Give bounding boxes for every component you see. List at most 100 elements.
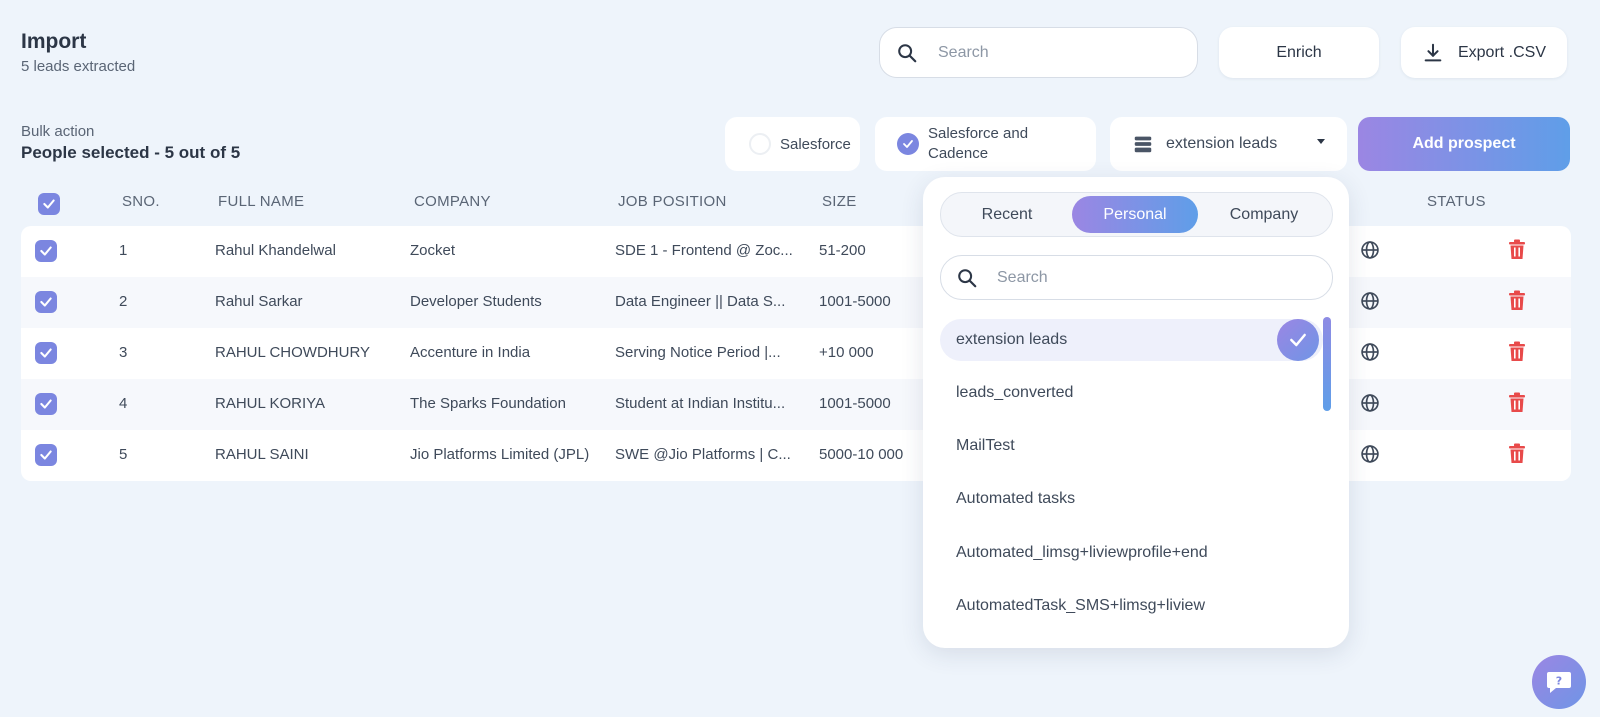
list-selector-value: extension leads — [1166, 135, 1278, 152]
list-option[interactable]: Automated tasks — [940, 478, 1323, 520]
cell-position: Data Engineer || Data S... — [615, 293, 786, 310]
cell-company: Accenture in India — [410, 344, 531, 361]
cell-company: The Sparks Foundation — [410, 395, 566, 412]
row-checkbox[interactable] — [35, 240, 57, 262]
search-input[interactable] — [938, 43, 1178, 62]
cell-name: Rahul Khandelwal — [215, 242, 336, 259]
cell-name: RAHUL SAINI — [215, 446, 309, 463]
option-salesforce[interactable]: Salesforce — [725, 117, 860, 171]
dropdown-search-input[interactable] — [997, 268, 1297, 287]
cell-company: Zocket — [410, 242, 456, 259]
cell-sno: 2 — [119, 293, 128, 310]
list-option[interactable]: Automated_limsg+liviewprofile+end — [940, 532, 1323, 574]
page-subtitle: 5 leads extracted — [21, 58, 136, 75]
option-cadence-label-line1: Salesforce and — [928, 125, 1029, 142]
export-csv-button[interactable]: Export .CSV — [1401, 27, 1567, 78]
check-icon — [40, 348, 52, 358]
list-dropdown-panel: Recent Personal Company extension leads … — [923, 177, 1349, 648]
download-icon — [1424, 43, 1442, 61]
cell-size: 1001-5000 — [819, 293, 891, 310]
column-job-position[interactable]: JOB POSITION — [618, 193, 727, 210]
tab-company[interactable]: Company — [1201, 196, 1327, 233]
column-status[interactable]: STATUS — [1427, 193, 1486, 210]
selected-count: People selected - 5 out of 5 — [21, 143, 241, 162]
dropdown-search-box[interactable] — [940, 255, 1333, 300]
cell-position: Serving Notice Period |... — [615, 344, 781, 361]
cell-company: Jio Platforms Limited (JPL) — [410, 446, 590, 463]
dropdown-scrollbar[interactable] — [1323, 317, 1331, 411]
globe-icon[interactable] — [1360, 291, 1380, 311]
globe-icon[interactable] — [1360, 444, 1380, 464]
column-full-name[interactable]: FULL NAME — [218, 193, 304, 210]
check-icon — [40, 246, 52, 256]
column-sno[interactable]: SNO. — [122, 193, 160, 210]
chat-help-button[interactable]: ? — [1532, 655, 1586, 709]
search-icon — [958, 268, 977, 287]
cell-name: Rahul Sarkar — [215, 293, 303, 310]
row-checkbox[interactable] — [35, 444, 57, 466]
globe-icon[interactable] — [1360, 393, 1380, 413]
check-icon — [40, 450, 52, 460]
check-icon — [40, 297, 52, 307]
option-salesforce-label: Salesforce — [780, 135, 851, 153]
export-label: Export .CSV — [1457, 43, 1547, 61]
add-prospect-button[interactable]: Add prospect — [1358, 117, 1570, 171]
enrich-label: Enrich — [1276, 43, 1322, 61]
cell-name: RAHUL CHOWDHURY — [215, 344, 371, 361]
cell-size: 5000-10 000 — [819, 446, 904, 463]
check-icon — [903, 140, 913, 148]
globe-icon[interactable] — [1360, 240, 1380, 260]
select-all-checkbox[interactable] — [38, 193, 60, 215]
radio-unchecked[interactable] — [749, 133, 771, 155]
dropdown-tabs: Recent Personal Company — [940, 192, 1333, 237]
cell-name: RAHUL KORIYA — [215, 395, 326, 412]
cell-size: 1001-5000 — [819, 395, 891, 412]
cell-size: +10 000 — [819, 344, 874, 361]
trash-icon[interactable] — [1508, 443, 1526, 464]
list-option[interactable]: MailTest — [940, 425, 1323, 467]
trash-icon[interactable] — [1508, 290, 1526, 311]
row-checkbox[interactable] — [35, 342, 57, 364]
radio-checked[interactable] — [897, 133, 919, 155]
bulk-action-label: Bulk action — [21, 123, 95, 140]
list-option[interactable]: AutomatedTask_SMS+limsg+liview — [940, 585, 1323, 627]
option-salesforce-cadence[interactable]: Salesforce and Cadence — [875, 117, 1096, 171]
cell-sno: 4 — [119, 395, 128, 412]
enrich-button[interactable]: Enrich — [1219, 27, 1379, 78]
chat-help-icon: ? — [1547, 672, 1571, 693]
trash-icon[interactable] — [1508, 239, 1526, 260]
cell-company: Developer Students — [410, 293, 542, 310]
cell-position: Student at Indian Institu... — [615, 395, 786, 412]
row-checkbox[interactable] — [35, 393, 57, 415]
search-icon — [898, 43, 917, 62]
cell-size: 51-200 — [819, 242, 866, 259]
row-checkbox[interactable] — [35, 291, 57, 313]
check-icon — [1277, 319, 1319, 361]
check-icon — [43, 199, 55, 209]
trash-icon[interactable] — [1508, 341, 1526, 362]
cell-position: SDE 1 - Frontend @ Zoc... — [615, 242, 793, 259]
column-company[interactable]: COMPANY — [414, 193, 491, 210]
tab-recent[interactable]: Recent — [945, 196, 1069, 233]
list-option[interactable]: leads_converted — [940, 372, 1323, 414]
list-option-label: extension leads — [956, 331, 1068, 348]
chevron-down-icon — [1317, 139, 1325, 144]
page-title: Import — [21, 30, 87, 53]
search-box[interactable] — [879, 27, 1198, 78]
option-cadence-label-line2: Cadence — [928, 145, 989, 162]
add-prospect-label: Add prospect — [1412, 135, 1516, 152]
globe-icon[interactable] — [1360, 342, 1380, 362]
list-selector[interactable]: extension leads — [1110, 117, 1347, 171]
option-cadence-label: Salesforce and Cadence — [928, 124, 1028, 164]
svg-text:?: ? — [1556, 675, 1562, 688]
database-icon — [1134, 136, 1152, 153]
cell-sno: 3 — [119, 344, 128, 361]
cell-sno: 1 — [119, 242, 128, 259]
column-size[interactable]: SIZE — [822, 193, 857, 210]
tab-personal[interactable]: Personal — [1072, 196, 1198, 233]
cell-position: SWE @Jio Platforms | C... — [615, 446, 791, 463]
cell-sno: 5 — [119, 446, 128, 463]
check-icon — [40, 399, 52, 409]
trash-icon[interactable] — [1508, 392, 1526, 413]
list-option-selected[interactable]: extension leads — [940, 319, 1323, 361]
